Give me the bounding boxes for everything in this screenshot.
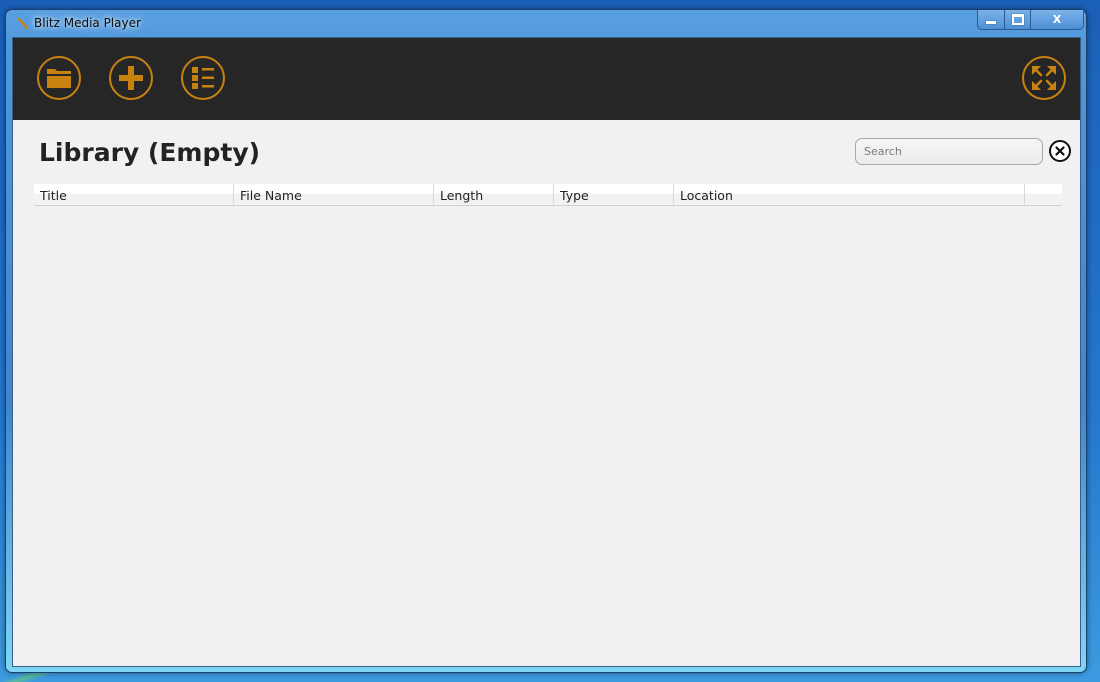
close-icon: X — [1052, 13, 1062, 26]
search-input[interactable] — [855, 138, 1043, 165]
minimize-icon — [986, 21, 996, 24]
minimize-button[interactable] — [978, 10, 1005, 29]
title-bar[interactable]: Blitz Media Player X — [6, 10, 1086, 38]
window-controls: X — [977, 10, 1084, 30]
column-header-title[interactable]: Title — [34, 184, 234, 206]
open-folder-button[interactable] — [37, 56, 81, 100]
clear-search-button[interactable] — [1049, 140, 1071, 162]
maximize-icon — [1011, 14, 1024, 25]
column-header-filler — [1025, 184, 1062, 206]
add-media-button[interactable] — [109, 56, 153, 100]
window-title: Blitz Media Player — [34, 16, 141, 30]
main-content: Library (Empty) Title File Name Length T… — [12, 37, 1081, 667]
playlist-button[interactable] — [181, 56, 225, 100]
toolbar — [13, 38, 1080, 120]
close-circle-icon — [1055, 146, 1065, 156]
library-table-body[interactable] — [34, 206, 1062, 666]
column-header-location[interactable]: Location — [674, 184, 1025, 206]
list-icon — [192, 67, 214, 89]
close-button[interactable]: X — [1031, 10, 1083, 29]
column-header-type[interactable]: Type — [554, 184, 674, 206]
library-title: Library (Empty) — [39, 138, 261, 167]
library-table-header: Title File Name Length Type Location — [34, 184, 1062, 206]
fullscreen-button[interactable] — [1022, 56, 1066, 100]
expand-arrows-icon — [1032, 66, 1056, 90]
column-header-file-name[interactable]: File Name — [234, 184, 434, 206]
folder-icon — [47, 69, 71, 88]
app-logo-icon — [17, 18, 29, 30]
app-window: Blitz Media Player X Library (Empty) Sea… — [5, 9, 1087, 673]
maximize-button[interactable] — [1005, 10, 1031, 29]
column-header-length[interactable]: Length — [434, 184, 554, 206]
plus-icon — [119, 66, 143, 90]
